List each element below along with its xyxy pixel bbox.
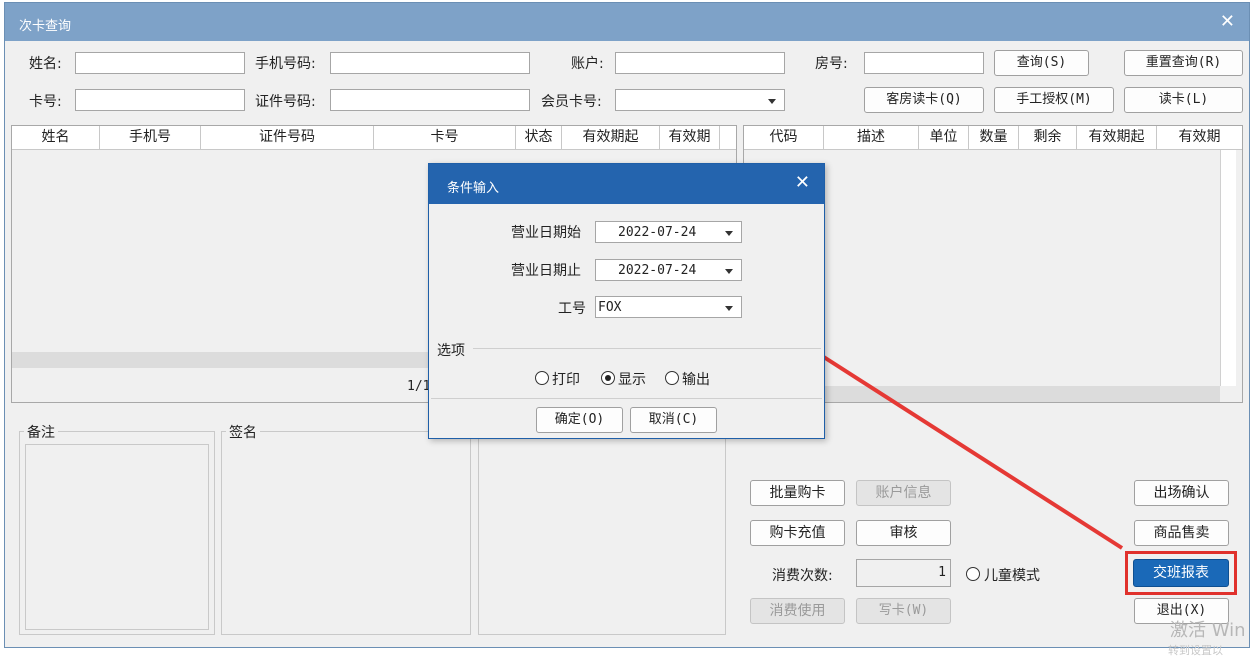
- staff-value: FOX: [598, 300, 622, 315]
- condition-dialog: 条件输入 ✕ 营业日期始 2022-07-24 营业日期止 2022-07-24…: [428, 163, 825, 439]
- activation-watermark-sub: 转到设置以: [1168, 644, 1223, 657]
- start-date-label: 营业日期始: [511, 225, 581, 241]
- show-label: 显示: [618, 372, 646, 388]
- chevron-down-icon: [725, 231, 733, 236]
- ok-button[interactable]: 确定(O): [536, 407, 623, 433]
- dialog-title-bar[interactable]: 条件输入 ✕: [429, 164, 824, 204]
- end-date-value: 2022-07-24: [618, 263, 697, 278]
- end-date-label: 营业日期止: [511, 263, 581, 279]
- activation-watermark: 激活 Win: [1170, 620, 1246, 641]
- start-date-picker[interactable]: 2022-07-24: [595, 221, 742, 243]
- staff-label: 工号: [558, 301, 586, 317]
- dialog-close-icon[interactable]: ✕: [795, 172, 810, 193]
- print-label: 打印: [552, 372, 580, 388]
- start-date-value: 2022-07-24: [618, 225, 697, 240]
- cancel-button[interactable]: 取消(C): [630, 407, 717, 433]
- end-date-picker[interactable]: 2022-07-24: [595, 259, 742, 281]
- export-label: 输出: [682, 372, 710, 388]
- chevron-down-icon: [725, 269, 733, 274]
- options-divider: [473, 348, 821, 349]
- show-radio[interactable]: [601, 371, 615, 385]
- arrow-line: [803, 343, 1124, 550]
- print-radio[interactable]: [535, 371, 549, 385]
- buttons-divider: [431, 398, 822, 399]
- staff-select[interactable]: FOX: [595, 296, 742, 318]
- export-radio[interactable]: [665, 371, 679, 385]
- chevron-down-icon: [725, 306, 733, 311]
- dialog-title: 条件输入: [447, 181, 500, 196]
- options-label: 选项: [437, 343, 465, 359]
